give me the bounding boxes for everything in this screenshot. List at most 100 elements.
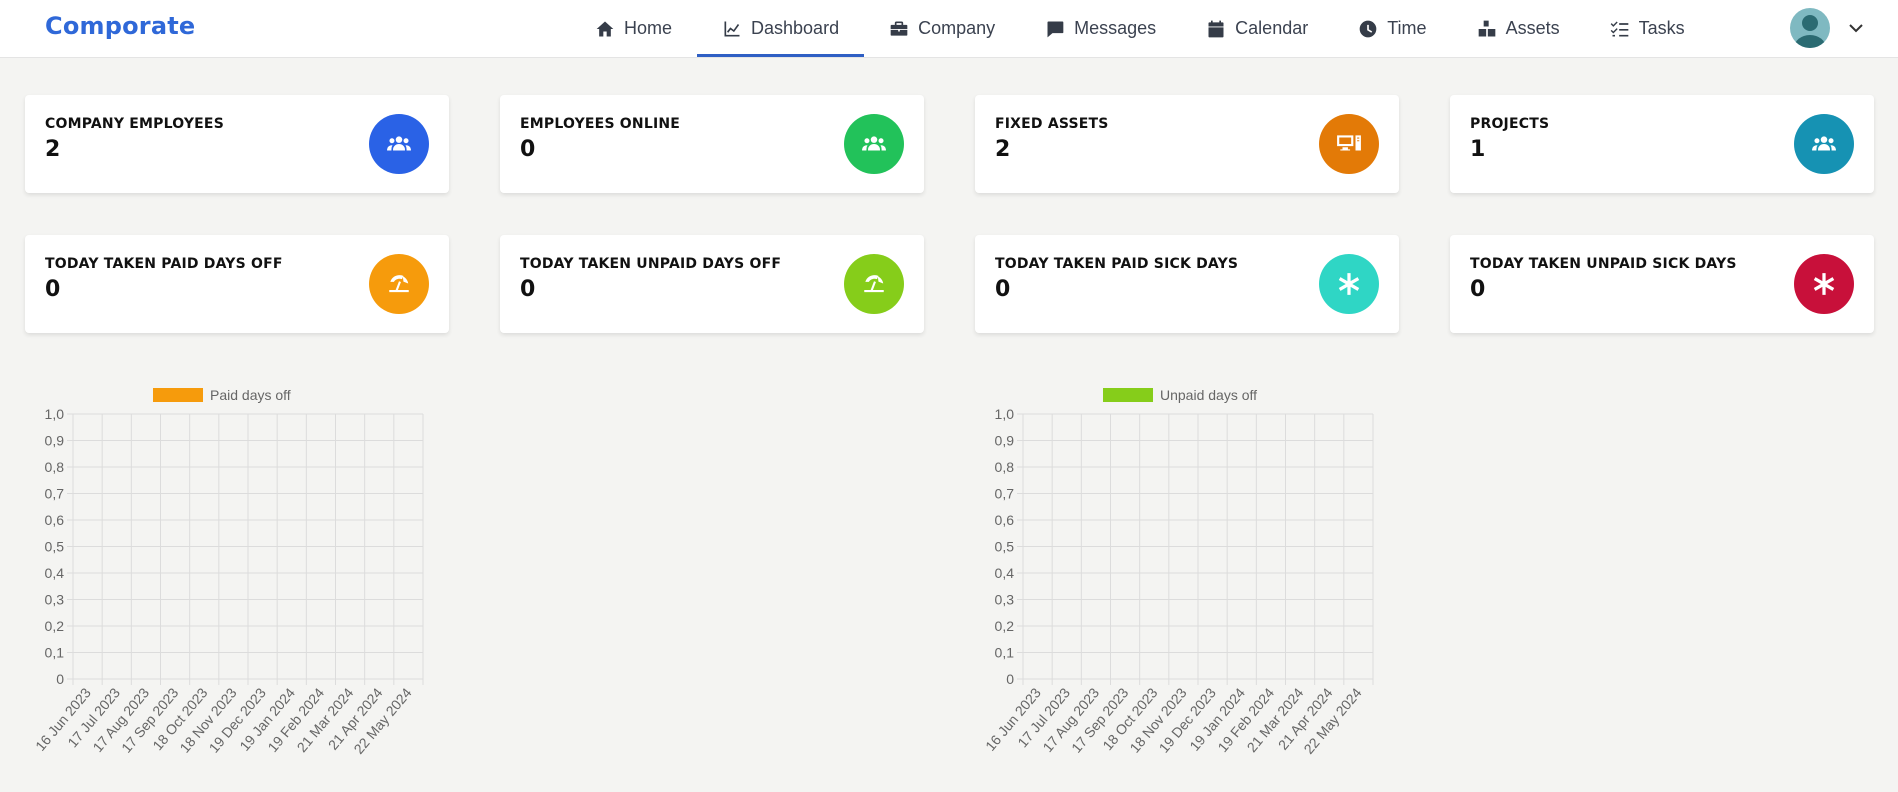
boxes-icon bbox=[1478, 20, 1495, 36]
nav-label: Home bbox=[624, 18, 673, 38]
y-tick-label: 0,7 bbox=[45, 486, 65, 502]
y-tick-label: 0,2 bbox=[995, 618, 1015, 634]
y-tick-label: 0,2 bbox=[45, 618, 65, 634]
clock-icon bbox=[1359, 20, 1377, 37]
asterisk-icon bbox=[1338, 273, 1360, 295]
stat-title: TODAY TAKEN UNPAID DAYS OFF bbox=[520, 256, 782, 272]
legend-label: Unpaid days off bbox=[1160, 387, 1257, 403]
stat-card-paid-sick-days[interactable]: TODAY TAKEN PAID SICK DAYS 0 bbox=[975, 235, 1399, 333]
y-tick-label: 0,4 bbox=[45, 565, 65, 581]
user-avatar[interactable] bbox=[1790, 8, 1830, 48]
stat-icon-badge bbox=[369, 254, 429, 314]
stat-value: 0 bbox=[520, 137, 536, 162]
nav-item-company[interactable]: Company bbox=[864, 0, 1020, 57]
nav-label: Dashboard bbox=[751, 18, 840, 38]
chart-svg: Paid days off 1,0 0,9 0,8 0,7 0,6 0,5 0,4 0,3 0,2… bbox=[32, 387, 424, 757]
briefcase-icon bbox=[890, 21, 908, 36]
stat-icon-badge bbox=[1319, 114, 1379, 174]
user-avatar-icon bbox=[1794, 15, 1826, 48]
y-tick-label: 1,0 bbox=[995, 406, 1015, 422]
chart-legend: Paid days off bbox=[153, 387, 291, 403]
stat-card-fixed-assets[interactable]: FIXED ASSETS 2 bbox=[975, 95, 1399, 193]
stat-value: 0 bbox=[1470, 277, 1486, 302]
computer-icon bbox=[1337, 135, 1361, 151]
stat-title: TODAY TAKEN UNPAID SICK DAYS bbox=[1470, 256, 1737, 272]
stat-icon-badge bbox=[1319, 254, 1379, 314]
nav-label: Assets bbox=[1505, 18, 1560, 38]
top-navbar: Comporate Home Dashboard Company Message… bbox=[0, 0, 1898, 58]
stat-title: FIXED ASSETS bbox=[995, 116, 1109, 132]
y-tick-label: 0,8 bbox=[45, 459, 65, 475]
main-nav: Home Dashboard Company Messages Calendar… bbox=[570, 0, 1710, 57]
message-icon bbox=[1047, 21, 1064, 37]
y-tick-label: 1,0 bbox=[45, 406, 65, 422]
y-tick-label: 0,6 bbox=[45, 512, 65, 528]
y-tick-label: 0 bbox=[56, 671, 64, 687]
stat-icon-badge bbox=[369, 114, 429, 174]
chart-legend: Unpaid days off bbox=[1103, 387, 1257, 403]
calendar-icon bbox=[1208, 20, 1224, 37]
y-tick-label: 0,3 bbox=[45, 592, 65, 608]
task-list-icon bbox=[1610, 21, 1628, 36]
paid-days-off-chart: Paid days off 1,0 0,9 0,8 0,7 0,6 0,5 0,4 0,3 0,2… bbox=[0, 375, 440, 788]
stat-value: 0 bbox=[995, 277, 1011, 302]
y-tick-label: 0,6 bbox=[995, 512, 1015, 528]
nav-item-messages[interactable]: Messages bbox=[1020, 0, 1181, 57]
unpaid-days-off-chart: Unpaid days off 1,0 0,9 0,8 0,7 0,6 0,5 0,4 0,3 0… bbox=[950, 375, 1390, 788]
umbrella-beach-icon bbox=[864, 275, 884, 293]
stat-card-unpaid-sick-days[interactable]: TODAY TAKEN UNPAID SICK DAYS 0 bbox=[1450, 235, 1874, 333]
y-tick-label: 0,7 bbox=[995, 486, 1015, 502]
legend-swatch bbox=[153, 388, 203, 402]
stat-title: TODAY TAKEN PAID DAYS OFF bbox=[45, 256, 283, 272]
stat-title: COMPANY EMPLOYEES bbox=[45, 116, 224, 132]
y-tick-label: 0 bbox=[1006, 671, 1014, 687]
stat-icon-badge bbox=[844, 114, 904, 174]
nav-item-time[interactable]: Time bbox=[1333, 0, 1451, 57]
y-tick-label: 0,3 bbox=[995, 592, 1015, 608]
legend-swatch bbox=[1103, 388, 1153, 402]
stat-card-employees-online[interactable]: EMPLOYEES ONLINE 0 bbox=[500, 95, 924, 193]
nav-item-tasks[interactable]: Tasks bbox=[1585, 0, 1710, 57]
stat-title: TODAY TAKEN PAID SICK DAYS bbox=[995, 256, 1239, 272]
nav-item-home[interactable]: Home bbox=[570, 0, 697, 57]
asterisk-icon bbox=[1813, 273, 1835, 295]
stat-value: 2 bbox=[995, 137, 1011, 162]
y-tick-label: 0,1 bbox=[995, 645, 1015, 661]
stat-value: 1 bbox=[1470, 137, 1486, 162]
y-tick-label: 0,4 bbox=[995, 565, 1015, 581]
users-icon bbox=[387, 136, 411, 151]
users-icon bbox=[1812, 136, 1836, 151]
y-tick-label: 0,9 bbox=[995, 433, 1015, 449]
nav-label: Company bbox=[918, 18, 996, 38]
stat-value: 2 bbox=[45, 137, 61, 162]
stat-icon-badge bbox=[1794, 254, 1854, 314]
stat-card-unpaid-days-off[interactable]: TODAY TAKEN UNPAID DAYS OFF 0 bbox=[500, 235, 924, 333]
stat-value: 0 bbox=[45, 277, 61, 302]
y-tick-label: 0,8 bbox=[995, 459, 1015, 475]
users-icon bbox=[862, 136, 886, 151]
y-tick-label: 0,5 bbox=[995, 539, 1015, 555]
nav-item-calendar[interactable]: Calendar bbox=[1181, 0, 1333, 57]
stat-title: EMPLOYEES ONLINE bbox=[520, 116, 681, 132]
chart-line-icon bbox=[724, 21, 740, 36]
stat-card-projects[interactable]: PROJECTS 1 bbox=[1450, 95, 1874, 193]
nav-label: Calendar bbox=[1235, 18, 1309, 38]
stat-title: PROJECTS bbox=[1470, 116, 1550, 132]
stat-card-paid-days-off[interactable]: TODAY TAKEN PAID DAYS OFF 0 bbox=[25, 235, 449, 333]
stat-value: 0 bbox=[520, 277, 536, 302]
legend-label: Paid days off bbox=[210, 387, 291, 403]
brand-logo[interactable]: Comporate bbox=[45, 12, 195, 40]
nav-item-assets[interactable]: Assets bbox=[1452, 0, 1585, 57]
chevron-down-icon[interactable] bbox=[1846, 18, 1866, 38]
chart-svg: Unpaid days off 1,0 0,9 0,8 0,7 0,6 0,5 0,4 0,3 0… bbox=[982, 387, 1374, 757]
y-tick-label: 0,1 bbox=[45, 645, 65, 661]
y-tick-label: 0,5 bbox=[45, 539, 65, 555]
stat-icon-badge bbox=[844, 254, 904, 314]
nav-label: Time bbox=[1387, 18, 1427, 38]
nav-label: Tasks bbox=[1638, 18, 1685, 38]
stat-card-company-employees[interactable]: COMPANY EMPLOYEES 2 bbox=[25, 95, 449, 193]
nav-item-dashboard[interactable]: Dashboard bbox=[697, 0, 865, 57]
stat-icon-badge bbox=[1794, 114, 1854, 174]
umbrella-beach-icon bbox=[389, 275, 409, 293]
home-icon bbox=[596, 21, 614, 36]
